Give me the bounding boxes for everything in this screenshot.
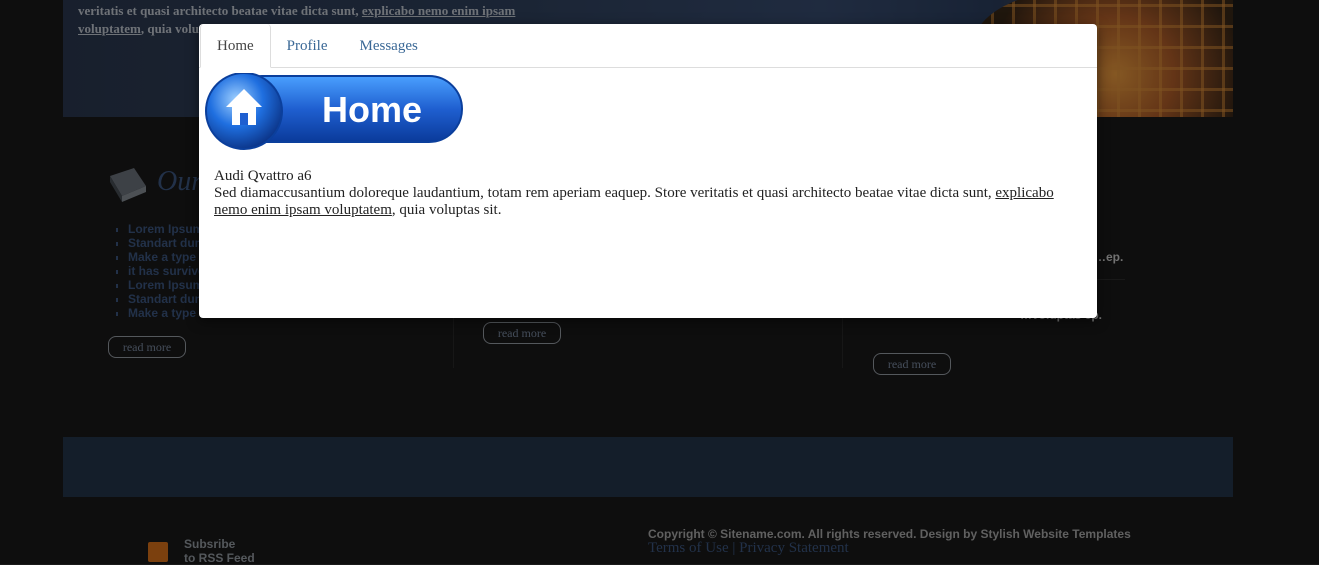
modal-dialog: Home Profile Messages Home Audi Qvattro … (199, 24, 1097, 318)
home-banner-image: Home (205, 73, 463, 150)
banner-text: Home (322, 89, 422, 130)
content-body: Sed diamaccusantium doloreque laudantium… (214, 185, 1054, 218)
tab-content: Audi Qvattro a6 Sed diamaccusantium dolo… (214, 168, 1084, 219)
tab-bar: Home Profile Messages (199, 24, 1097, 68)
tab-home[interactable]: Home (200, 24, 271, 68)
tab-profile[interactable]: Profile (271, 24, 344, 67)
tab-messages[interactable]: Messages (344, 24, 434, 67)
content-title: Audi Qvattro a6 (214, 168, 312, 184)
